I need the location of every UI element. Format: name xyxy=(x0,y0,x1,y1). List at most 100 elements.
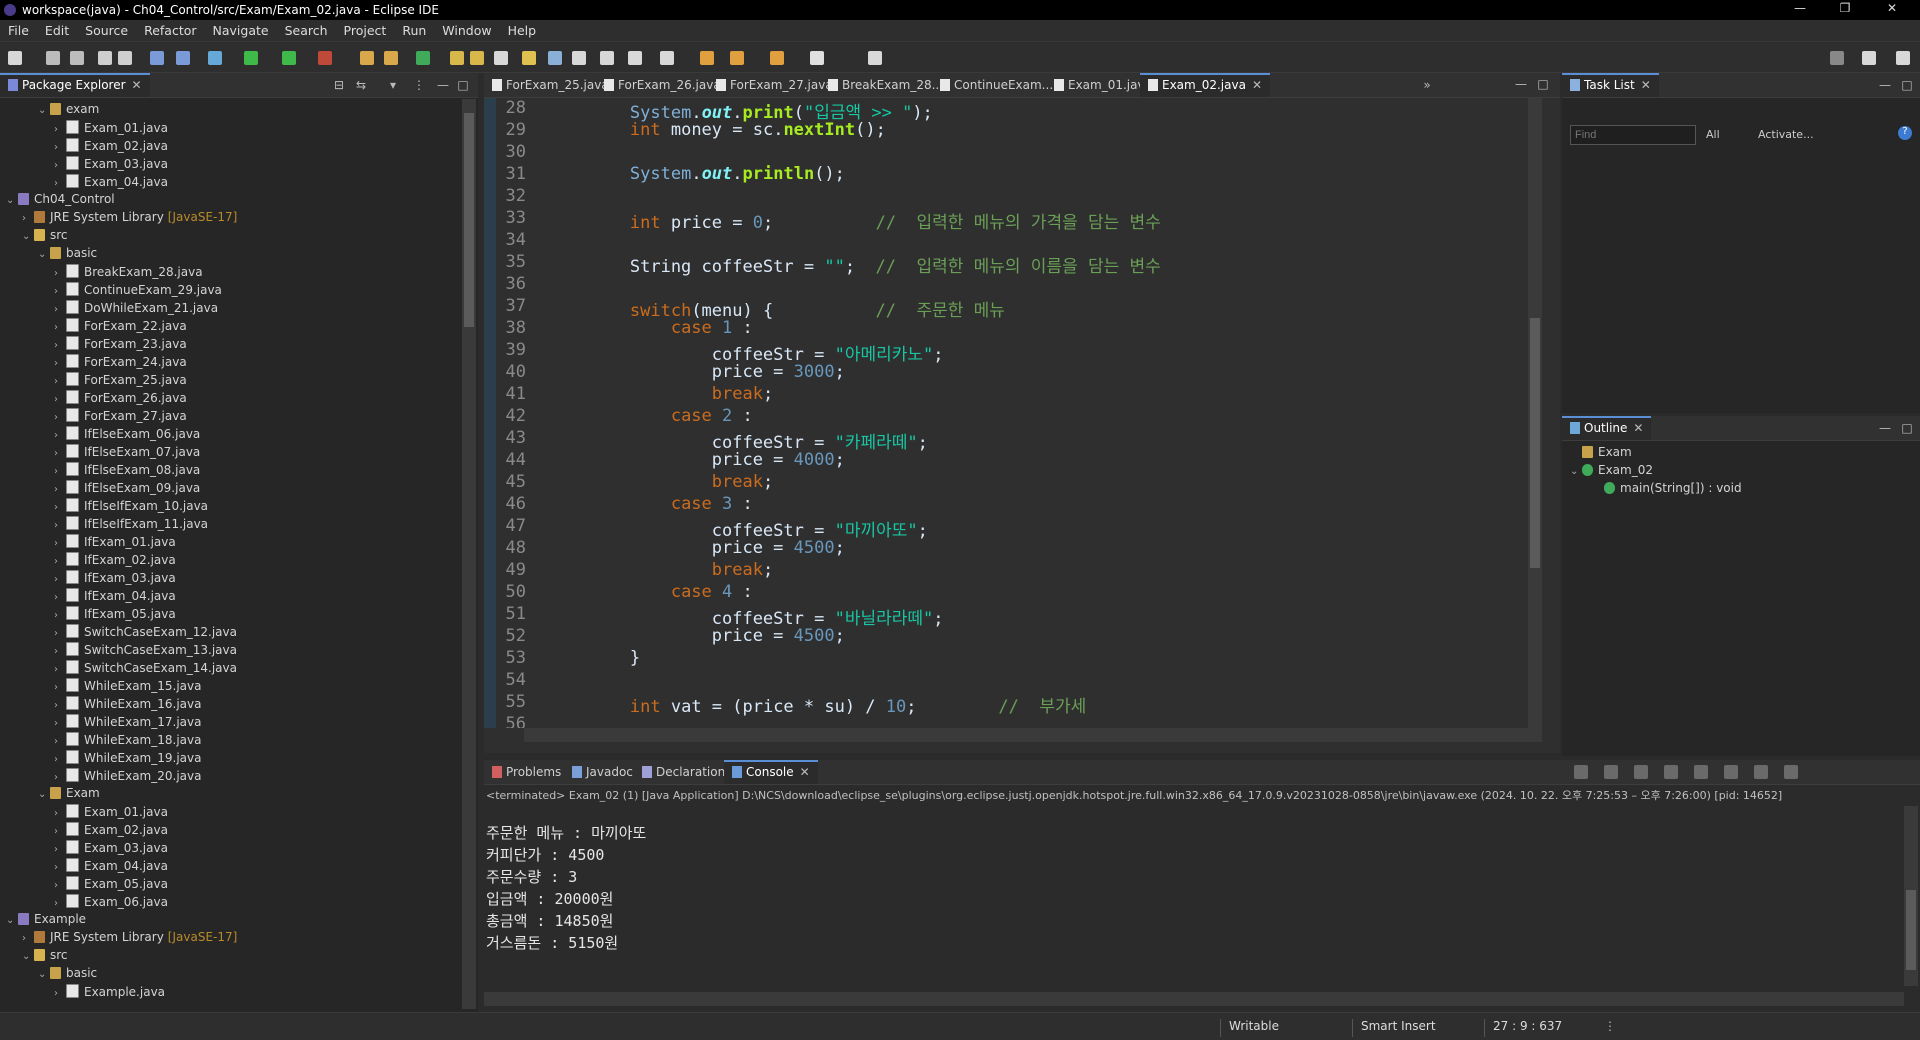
chevron-down-icon[interactable]: ⌄ xyxy=(22,951,34,962)
chevron-down-icon[interactable]: ⌄ xyxy=(6,195,18,206)
chevron-right-icon[interactable]: › xyxy=(54,880,66,891)
tree-item[interactable]: › Exam_04.java xyxy=(54,858,168,876)
menu-window[interactable]: Window xyxy=(434,20,499,38)
last-edit-icon[interactable] xyxy=(700,51,714,65)
external-tools-icon[interactable] xyxy=(318,51,332,65)
tree-item[interactable]: › IfExam_03.java xyxy=(54,570,176,588)
tree-item[interactable]: › ForExam_24.java xyxy=(54,354,187,372)
tree-item[interactable]: › SwitchCaseExam_13.java xyxy=(54,642,237,660)
menu-project[interactable]: Project xyxy=(336,20,395,38)
tree-item[interactable]: › IfExam_05.java xyxy=(54,606,176,624)
code-line[interactable]: 31 System.out.println(); xyxy=(488,164,1528,186)
chevron-right-icon[interactable]: › xyxy=(54,556,66,567)
code-line[interactable]: 49 break; xyxy=(488,560,1528,582)
editor-horizontal-scrollbar[interactable] xyxy=(524,728,1542,742)
chevron-right-icon[interactable]: › xyxy=(54,628,66,639)
chevron-right-icon[interactable]: › xyxy=(54,574,66,585)
chevron-right-icon[interactable]: › xyxy=(54,448,66,459)
console-output[interactable]: 주문한 메뉴 : 마끼아또 커피단가 : 4500 주문수량 : 3 입금액 : 20… xyxy=(484,806,1894,986)
prev-annotation-icon[interactable] xyxy=(660,51,674,65)
code-line[interactable]: 32 xyxy=(488,186,1528,208)
tree-item[interactable]: › IfExam_02.java xyxy=(54,552,176,570)
tree-item[interactable]: › ContinueExam_29.java xyxy=(54,282,222,300)
close-icon[interactable]: ✕ xyxy=(1252,78,1262,92)
code-line[interactable]: 36 xyxy=(488,274,1528,296)
chevron-right-icon[interactable]: › xyxy=(54,844,66,855)
tree-item[interactable]: ⌄ Exam xyxy=(38,786,100,804)
chevron-right-icon[interactable]: › xyxy=(54,412,66,423)
chevron-down-icon[interactable]: ⌄ xyxy=(38,969,50,980)
tree-item[interactable]: ⌄ Example xyxy=(6,912,86,930)
tab-editor-file[interactable]: ContinueExam... xyxy=(932,73,1061,97)
code-line[interactable]: 41 break; xyxy=(488,384,1528,406)
new-java-project-icon[interactable] xyxy=(360,51,374,65)
code-line[interactable]: 43 coffeeStr = "카페라떼"; xyxy=(488,428,1528,453)
chevron-right-icon[interactable]: › xyxy=(54,502,66,513)
chevron-right-icon[interactable]: › xyxy=(54,520,66,531)
chevron-down-icon[interactable]: ⌄ xyxy=(38,249,50,260)
chevron-right-icon[interactable]: › xyxy=(54,178,66,189)
chevron-right-icon[interactable]: › xyxy=(54,340,66,351)
new-class-icon[interactable] xyxy=(416,51,430,65)
minimize-view-icon[interactable]: — xyxy=(1878,78,1892,92)
chevron-right-icon[interactable]: › xyxy=(54,664,66,675)
outline-item[interactable]: main(String[]) : void xyxy=(1592,481,1742,499)
remove-launch-icon[interactable] xyxy=(1574,765,1588,779)
maximize-view-icon[interactable]: □ xyxy=(456,78,470,92)
chevron-right-icon[interactable]: › xyxy=(54,592,66,603)
open-task-icon[interactable] xyxy=(470,51,484,65)
console-horizontal-scrollbar[interactable] xyxy=(484,992,1904,1006)
mark-occurrences-icon[interactable] xyxy=(522,51,536,65)
activate-link[interactable]: Activate... xyxy=(1758,128,1814,141)
tree-item[interactable]: › Exam_06.java xyxy=(54,894,168,912)
tree-item[interactable]: › DoWhileExam_21.java xyxy=(54,300,218,318)
code-line[interactable]: 54 xyxy=(488,670,1528,692)
new-icon[interactable] xyxy=(8,51,22,65)
block-selection-icon[interactable] xyxy=(572,51,586,65)
chevron-right-icon[interactable]: › xyxy=(54,268,66,279)
code-line[interactable]: 48 price = 4500; xyxy=(488,538,1528,560)
tree-item[interactable]: › Exam_03.java xyxy=(54,156,168,174)
tree-item[interactable]: › IfExam_04.java xyxy=(54,588,176,606)
tree-item[interactable]: › SwitchCaseExam_12.java xyxy=(54,624,237,642)
tree-item[interactable]: › SwitchCaseExam_14.java xyxy=(54,660,237,678)
skip-breakpoints-icon[interactable] xyxy=(176,51,190,65)
chevron-right-icon[interactable]: › xyxy=(54,538,66,549)
save-icon[interactable] xyxy=(46,51,60,65)
chevron-right-icon[interactable]: › xyxy=(54,376,66,387)
code-line[interactable]: 50 case 4 : xyxy=(488,582,1528,604)
pin-console-icon[interactable] xyxy=(1724,765,1738,779)
tree-item[interactable]: ⌄ src xyxy=(22,228,68,246)
tab-console[interactable]: Console ✕ xyxy=(724,760,818,784)
save-all-icon[interactable] xyxy=(70,51,84,65)
tree-item[interactable]: › WhileExam_16.java xyxy=(54,696,201,714)
open-console-icon[interactable] xyxy=(1784,765,1798,779)
chevron-right-icon[interactable]: › xyxy=(54,358,66,369)
maximize-view-icon[interactable]: □ xyxy=(1900,421,1914,435)
minimize-view-icon[interactable]: — xyxy=(436,78,450,92)
new-package-icon[interactable] xyxy=(384,51,398,65)
chevron-right-icon[interactable]: › xyxy=(54,808,66,819)
code-line[interactable]: 53 } xyxy=(488,648,1528,670)
outline-item[interactable]: ⌄ Exam_02 xyxy=(1570,463,1653,481)
tree-item[interactable]: › IfElseIfExam_10.java xyxy=(54,498,208,516)
debug-icon[interactable] xyxy=(208,51,222,65)
tree-item[interactable]: › ForExam_25.java xyxy=(54,372,187,390)
tree-item[interactable]: › Exam_04.java xyxy=(54,174,168,192)
tree-item[interactable]: › Exam_05.java xyxy=(54,876,168,894)
console-scroll-thumb[interactable] xyxy=(1906,890,1916,970)
back-icon[interactable] xyxy=(730,51,744,65)
tree-item[interactable]: › IfExam_01.java xyxy=(54,534,176,552)
chevron-right-icon[interactable]: › xyxy=(54,736,66,747)
next-annotation-icon[interactable] xyxy=(628,51,642,65)
code-line[interactable]: 38 case 1 : xyxy=(488,318,1528,340)
minimize-view-icon[interactable] xyxy=(1814,765,1828,779)
tree-item[interactable]: › ForExam_27.java xyxy=(54,408,187,426)
chevron-right-icon[interactable]: › xyxy=(54,754,66,765)
quick-access-search-icon[interactable] xyxy=(1830,51,1844,65)
display-console-icon[interactable] xyxy=(1754,765,1768,779)
menu-source[interactable]: Source xyxy=(77,20,136,38)
open-perspective-icon[interactable] xyxy=(1862,51,1876,65)
tree-item[interactable]: › WhileExam_18.java xyxy=(54,732,201,750)
tree-item[interactable]: › IfElseExam_09.java xyxy=(54,480,200,498)
